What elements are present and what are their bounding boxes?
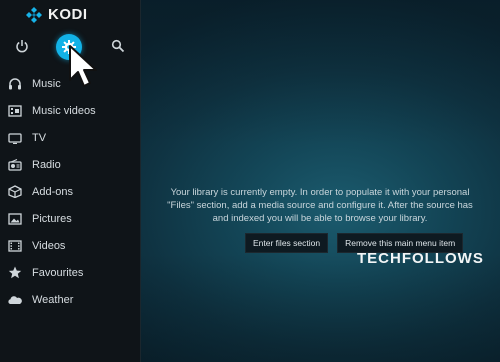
menu-item-videos[interactable]: Videos [0,232,140,259]
power-icon[interactable] [10,34,34,58]
menu-item-label: Weather [32,293,74,306]
menu-item-tv[interactable]: TV [0,124,140,151]
menu-item-label: Radio [32,158,61,171]
headphones-icon [7,77,23,91]
menu-item-favourites[interactable]: Favourites [0,259,140,286]
message-line: "Files" section, add a media source and … [167,200,473,211]
main-background [140,0,500,362]
menu-item-radio[interactable]: Radio [0,151,140,178]
menu-item-label: Favourites [32,266,84,279]
menu-item-label: Music videos [32,104,96,117]
menu-item-pictures[interactable]: Pictures [0,205,140,232]
search-icon[interactable] [106,34,130,58]
app-title: KODI [48,6,88,23]
menu-item-label: TV [32,131,47,144]
empty-library-message: Your library is currently empty. In orde… [140,186,500,225]
menu-item-label: Videos [32,239,66,252]
menu-item-label: Music [32,77,61,90]
menu-item-label: Pictures [32,212,72,225]
tv-icon [7,131,23,145]
mouse-cursor-icon [68,44,104,99]
kodi-logo: KODI [26,6,88,23]
message-line: Your library is currently empty. In orde… [170,187,470,198]
kodi-logo-icon [26,6,42,23]
enter-files-section-button[interactable]: Enter files section [245,233,329,253]
main-menu: Music Music videos TV Radio Add-ons Pict… [0,70,140,313]
menu-item-label: Add-ons [32,185,73,198]
video-icon [7,239,23,253]
menu-item-music-videos[interactable]: Music videos [0,97,140,124]
weather-icon [7,293,23,307]
music-video-icon [7,104,23,118]
menu-item-add-ons[interactable]: Add-ons [0,178,140,205]
message-line: and indexed you will be able to browse y… [212,213,428,224]
pictures-icon [7,212,23,226]
addon-box-icon [7,185,23,199]
radio-icon [7,158,23,172]
star-icon [7,266,23,280]
techfollows-watermark: TECHFOLLOWS [357,250,484,267]
menu-item-weather[interactable]: Weather [0,286,140,313]
